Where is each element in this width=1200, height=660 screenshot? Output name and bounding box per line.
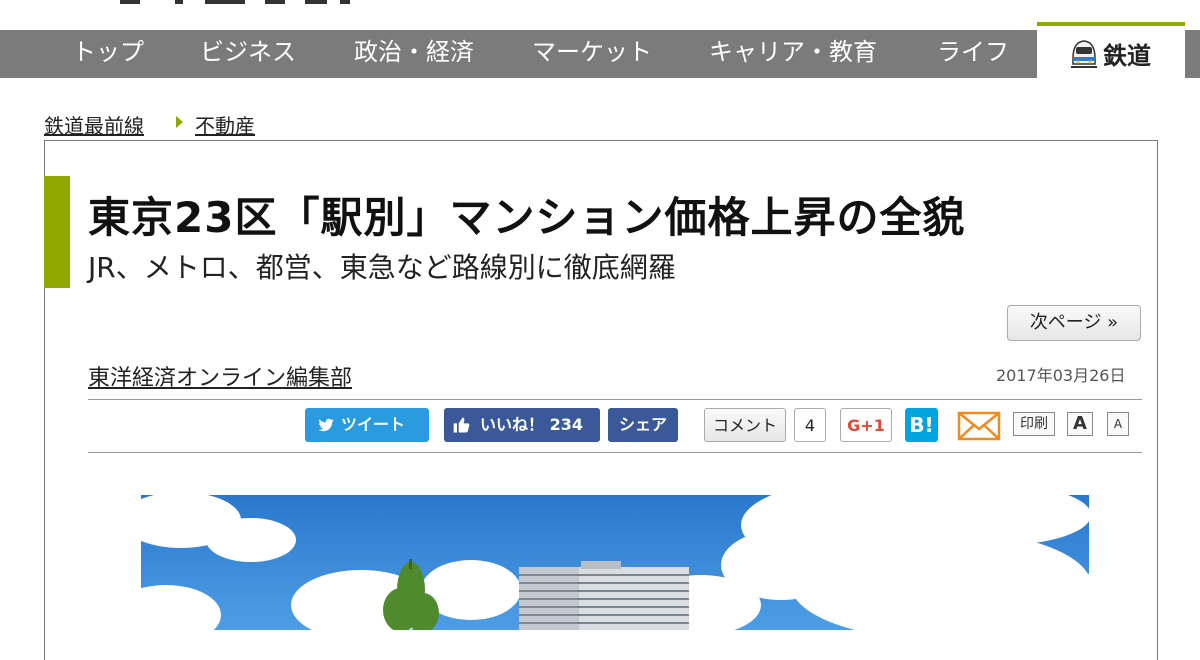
hatena-bookmark-button[interactable]: B! <box>905 408 938 442</box>
nav-item-life[interactable]: ライフ <box>937 30 1009 78</box>
logo-fragment <box>340 0 350 4</box>
nav-item-railway-label: 鉄道 <box>1103 42 1151 70</box>
facebook-share-button[interactable]: シェア <box>608 408 678 442</box>
breadcrumb-item-real-estate[interactable]: 不動産 <box>195 110 255 139</box>
facebook-like-button[interactable]: いいね！ 234 <box>444 408 600 442</box>
logo-fragment <box>120 0 140 4</box>
logo-fragment <box>175 0 183 4</box>
comment-count: 4 <box>794 408 826 442</box>
print-button[interactable]: 印刷 <box>1013 412 1055 436</box>
breadcrumb-separator-icon <box>176 116 183 128</box>
nav-item-business[interactable]: ビジネス <box>200 30 296 78</box>
nav-item-railway[interactable]: 鉄道 <box>1037 22 1185 78</box>
title-accent-bar <box>44 176 70 288</box>
facebook-like-label: いいね！ 234 <box>480 415 583 434</box>
logo-fragment <box>205 0 245 4</box>
article-date: 2017年03月26日 <box>996 366 1126 385</box>
article-title: 東京23区「駅別」マンション価格上昇の全貌 <box>88 193 966 242</box>
logo-fragment <box>265 0 285 4</box>
mail-icon[interactable] <box>957 410 1001 442</box>
breadcrumb-item-railway-frontline[interactable]: 鉄道最前線 <box>44 110 144 139</box>
nav-item-politics-economy[interactable]: 政治・経済 <box>354 30 474 78</box>
nav-item-market[interactable]: マーケット <box>532 30 652 78</box>
global-nav: トップ ビジネス 政治・経済 マーケット キャリア・教育 ライフ <box>0 30 1200 78</box>
site-header-strip <box>0 0 1200 30</box>
tweet-button[interactable]: ツイート <box>305 408 429 442</box>
comment-button[interactable]: コメント <box>704 408 786 442</box>
logo-fragment <box>305 0 327 4</box>
article-author[interactable]: 東洋経済オンライン編集部 <box>88 360 352 392</box>
divider <box>88 399 1142 400</box>
twitter-bird-icon <box>318 418 334 432</box>
facebook-thumb-icon <box>453 417 470 433</box>
article-subtitle: JR、メトロ、都営、東急など路線別に徹底網羅 <box>88 251 676 284</box>
nav-item-career-education[interactable]: キャリア・教育 <box>709 30 877 78</box>
nav-item-top[interactable]: トップ <box>72 30 144 78</box>
google-plus-button[interactable]: G+1 <box>840 408 892 442</box>
train-icon <box>1071 40 1097 68</box>
next-page-button[interactable]: 次ページ » <box>1007 305 1141 341</box>
tweet-label: ツイート <box>341 415 406 434</box>
font-size-small-button[interactable]: A <box>1107 412 1129 436</box>
font-size-large-button[interactable]: A <box>1067 412 1093 436</box>
article-hero-image <box>141 495 1089 630</box>
divider <box>88 452 1142 453</box>
